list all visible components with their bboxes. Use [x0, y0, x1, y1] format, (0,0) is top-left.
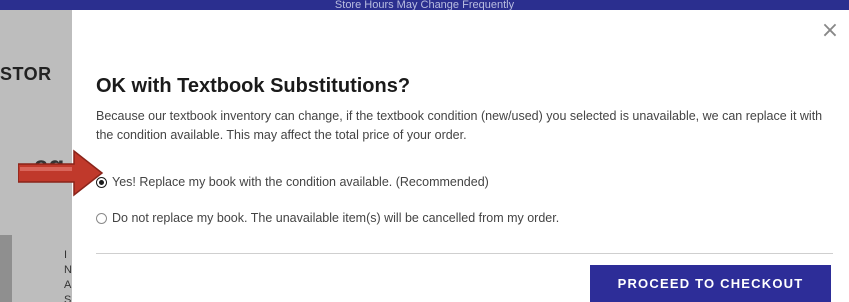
modal-title: OK with Textbook Substitutions?	[96, 75, 411, 97]
store-logo-fragment: STOR	[0, 64, 52, 84]
divider	[96, 253, 833, 254]
store-hours-banner: Store Hours May Change Frequently	[0, 0, 849, 10]
option-replace[interactable]: Yes! Replace my book with the condition …	[96, 172, 489, 192]
option-do-not-replace[interactable]: Do not replace my book. The unavailable …	[96, 208, 559, 228]
option-do-not-replace-label: Do not replace my book. The unavailable …	[112, 211, 560, 225]
background-strip	[0, 235, 12, 302]
red-arrow-icon	[18, 149, 104, 197]
radio-do-not-replace[interactable]	[96, 212, 107, 224]
modal-description: Because our textbook inventory can chang…	[96, 109, 823, 142]
option-replace-label: Yes! Replace my book with the condition …	[112, 175, 489, 189]
close-icon[interactable]: ×	[819, 20, 841, 42]
proceed-to-checkout-button[interactable]: PROCEED TO CHECKOUT	[590, 265, 831, 302]
substitution-modal: × OK with Textbook Substitutions? Becaus…	[72, 10, 849, 302]
